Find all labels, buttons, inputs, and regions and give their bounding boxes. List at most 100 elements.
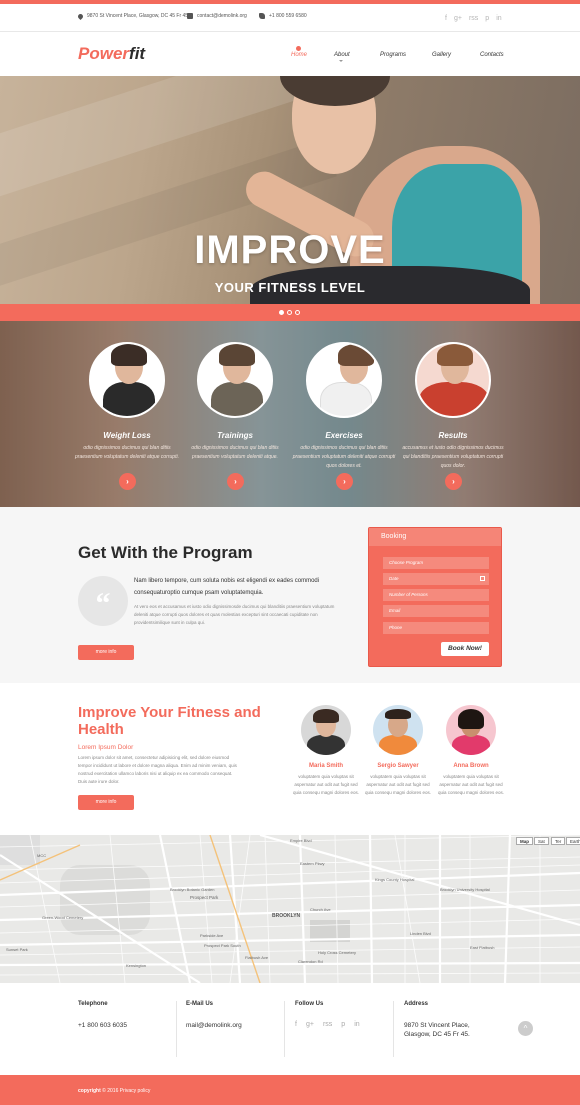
copyright-details[interactable]: © 2016 Privacy policy xyxy=(102,1088,150,1094)
copyright-label: copyright xyxy=(78,1088,101,1094)
linkedin-icon[interactable]: in xyxy=(354,1021,359,1028)
map-canvas[interactable] xyxy=(0,835,580,983)
trainer-photo-body xyxy=(452,735,490,755)
map-label: Holy Cross Cemetery xyxy=(318,950,357,955)
logo-part-power[interactable]: Power xyxy=(78,44,129,63)
nav-about-dropdown-icon xyxy=(339,60,343,62)
facebook-icon[interactable]: f xyxy=(295,1021,297,1028)
topbar-phone-text: +1 800 559 6580 xyxy=(269,13,307,19)
booking-date-field[interactable]: Date xyxy=(383,573,489,585)
program-lead: Nam libero tempore, cum soluta nobis est… xyxy=(134,578,320,596)
footer-address-line-1: 9870 St Vincent Place, xyxy=(404,1022,470,1029)
service-results: Results accusamus et iusto odio dignissi… xyxy=(393,321,513,507)
services-section: Weight Loss odio dignissimos ducimus qui… xyxy=(0,321,580,507)
footer-telephone-value: +1 800 603 6035 xyxy=(78,1022,127,1029)
slider-dot-3[interactable] xyxy=(295,310,300,315)
map-label: Kings County Hospital xyxy=(375,877,415,882)
trainer-name[interactable]: Sergio Sawyer xyxy=(362,763,434,769)
map-type-sat-button[interactable]: Sat xyxy=(534,837,549,845)
map-label: MCC xyxy=(37,853,47,858)
facebook-icon[interactable]: f xyxy=(445,15,447,22)
logo[interactable]: Powerfit xyxy=(78,44,145,64)
booking-email-field[interactable]: Email xyxy=(383,605,489,617)
service-title: Exercises xyxy=(325,431,363,440)
fitness-more-info-button[interactable]: more info xyxy=(78,795,134,810)
footer-email-label: E-Mail Us xyxy=(186,1001,214,1007)
footer-email: E-Mail Us mail@demolink.org xyxy=(186,1001,242,1057)
nav-contacts[interactable]: Contacts xyxy=(480,52,504,58)
pinterest-icon[interactable]: p xyxy=(341,1021,345,1028)
booking-phone-field[interactable]: Phone xyxy=(383,622,489,634)
trainer-photo-hair xyxy=(385,709,411,719)
calendar-icon[interactable] xyxy=(480,576,485,581)
envelope-icon xyxy=(187,13,193,19)
logo-part-fit[interactable]: fit xyxy=(129,44,145,63)
service-image-hair xyxy=(437,344,473,366)
service-arrow-button[interactable]: › xyxy=(227,473,244,490)
rss-icon[interactable]: rss xyxy=(323,1021,332,1028)
map-label: BROOKLYN xyxy=(272,913,301,919)
hero-subtitle: YOUR FITNESS LEVEL xyxy=(214,280,366,295)
service-image-body xyxy=(103,382,155,416)
map-type-earth-button[interactable]: Earth xyxy=(566,837,580,845)
topbar-email[interactable]: contact@demolink.org xyxy=(187,13,247,19)
service-weight-loss: Weight Loss odio dignissimos ducimus qui… xyxy=(67,321,187,507)
booking-title: Booking xyxy=(369,528,501,546)
topbar-address: 9870 St Vincent Place, Glasgow, DC 45 Fr… xyxy=(76,12,190,20)
program-more-info-button[interactable]: more info xyxy=(78,645,134,660)
map-label: Flatbush Ave xyxy=(245,955,269,960)
service-image xyxy=(89,342,165,418)
service-text: accusamus et iusto odio dignissimos duci… xyxy=(402,445,504,469)
topbar-social: f g+ rss p in xyxy=(445,15,502,22)
footer-address-line-2: Glasgow, DC 45 Fr 45. xyxy=(404,1031,470,1038)
service-image-hair xyxy=(219,344,255,366)
map-label: Linden Blvd xyxy=(410,931,431,936)
slider-dot-2[interactable] xyxy=(287,310,292,315)
topbar-address-text: 9870 St Vincent Place, Glasgow, DC 45 Fr… xyxy=(87,13,190,19)
map-label: Church Ave xyxy=(310,907,331,912)
hero-slider: IMPROVE YOUR FITNESS LEVEL xyxy=(0,76,580,304)
trainer-text: voluptatem quia voluptas sit aspernatur … xyxy=(437,774,505,795)
rss-icon[interactable]: rss xyxy=(469,15,478,22)
footer-follow-label: Follow Us xyxy=(295,1001,324,1007)
booking-program-select[interactable]: Choose Program xyxy=(383,557,489,569)
nav-home[interactable]: Home xyxy=(291,52,307,58)
footer-address: Address 9870 St Vincent Place, Glasgow, … xyxy=(404,1001,470,1057)
booking-persons-field[interactable]: Number of Persons xyxy=(383,589,489,601)
linkedin-icon[interactable]: in xyxy=(496,15,501,22)
nav-about[interactable]: About xyxy=(334,52,350,58)
map-type-map-button[interactable]: Map xyxy=(516,837,533,845)
fitness-section: Improve Your Fitness and Health Lorem Ip… xyxy=(0,683,580,835)
program-title: Get With the Program xyxy=(78,543,253,562)
footer: Telephone +1 800 603 6035 E-Mail Us mail… xyxy=(0,983,580,1075)
google-plus-icon[interactable]: g+ xyxy=(454,15,462,22)
slider-pager xyxy=(0,304,580,321)
footer-address-value: 9870 St Vincent Place, Glasgow, DC 45 Fr… xyxy=(404,1021,470,1039)
topbar-email-text[interactable]: contact@demolink.org xyxy=(197,13,247,19)
service-image-hair xyxy=(111,344,147,366)
copyright-bar: copyright © 2016 Privacy policy xyxy=(0,1075,580,1105)
book-now-button[interactable]: Book Now! xyxy=(441,642,489,656)
program-body: At vero eos et accusamus et iusto odio d… xyxy=(134,604,335,625)
scroll-to-top-icon[interactable]: ^ xyxy=(518,1021,533,1036)
booking-date-placeholder: Date xyxy=(389,576,399,581)
service-arrow-button[interactable]: › xyxy=(336,473,353,490)
site-header: Powerfit Home About Programs Gallery Con… xyxy=(0,32,580,76)
service-arrow-button[interactable]: › xyxy=(119,473,136,490)
map-label: Green-Wood Cemetery xyxy=(42,915,84,920)
footer-email-value[interactable]: mail@demolink.org xyxy=(186,1021,242,1030)
trainer-photo xyxy=(373,705,423,755)
pinterest-icon[interactable]: p xyxy=(485,15,489,22)
nav-gallery[interactable]: Gallery xyxy=(432,52,451,58)
nav-programs[interactable]: Programs xyxy=(380,52,406,58)
trainer-name[interactable]: Maria Smith xyxy=(290,763,362,769)
slider-dot-1[interactable] xyxy=(279,310,284,315)
service-arrow-button[interactable]: › xyxy=(445,473,462,490)
footer-address-label: Address xyxy=(404,1001,429,1007)
google-plus-icon[interactable]: g+ xyxy=(306,1021,314,1028)
service-exercises: Exercises odio dignissimos ducimus qui b… xyxy=(284,321,404,507)
trainer-name[interactable]: Anna Brown xyxy=(435,763,507,769)
map-type-ter-button[interactable]: Ter xyxy=(551,837,566,845)
booking-form: Booking Choose Program Date Number of Pe… xyxy=(368,527,502,667)
map[interactable]: Map Sat Ter Earth BROOKLYN Prospect Park… xyxy=(0,835,580,983)
